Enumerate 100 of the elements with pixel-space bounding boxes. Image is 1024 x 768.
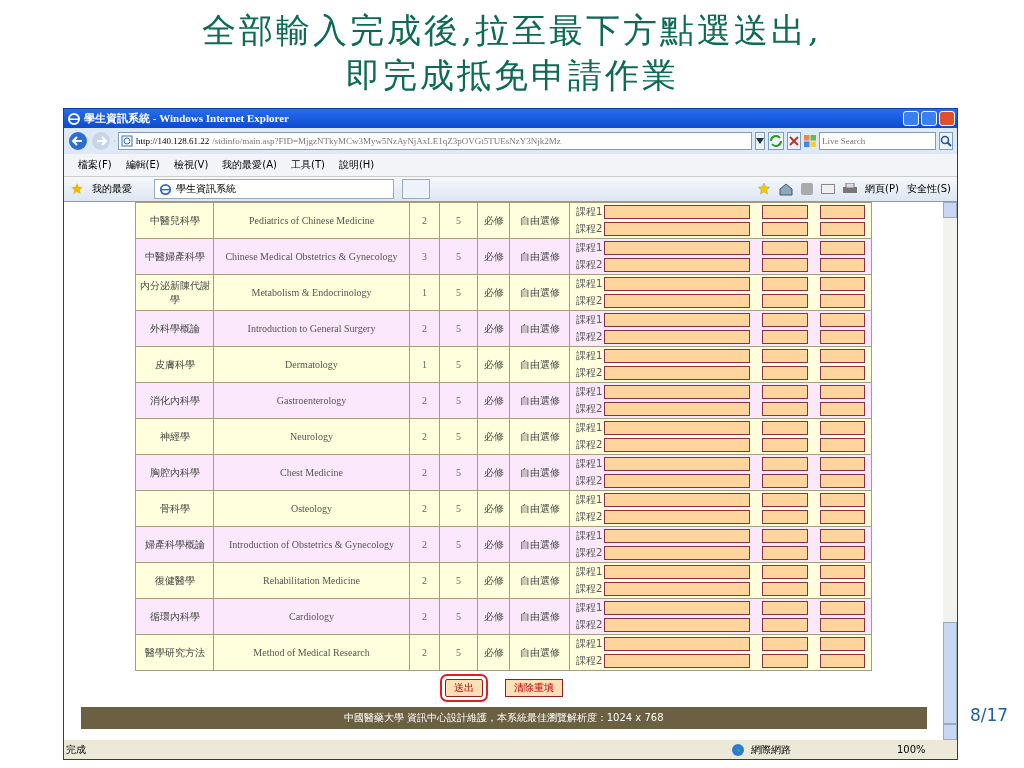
- course-input[interactable]: [604, 546, 750, 560]
- credit-input[interactable]: [761, 493, 808, 507]
- score-input[interactable]: [819, 258, 865, 272]
- course-input[interactable]: [604, 205, 750, 219]
- home-icon[interactable]: [779, 182, 793, 196]
- reset-button[interactable]: 清除重填: [504, 679, 563, 697]
- score-input[interactable]: [819, 366, 865, 380]
- credit-input[interactable]: [761, 222, 808, 236]
- score-input[interactable]: [819, 510, 865, 524]
- score-input[interactable]: [819, 546, 865, 560]
- score-input[interactable]: [819, 565, 865, 579]
- score-input[interactable]: [819, 385, 865, 399]
- print-icon[interactable]: [843, 183, 857, 195]
- score-input[interactable]: [819, 294, 865, 308]
- address-field[interactable]: http://140.128.61.22 /stdinfo/main.asp?FID=MjgzNTkyMCw3Myw5NzAyNjAxLE1qZ3pOVGt5TUEsNzY3Njk2Mz: [118, 132, 752, 150]
- credit-input[interactable]: [761, 457, 808, 471]
- score-input[interactable]: [819, 493, 865, 507]
- menu-item[interactable]: 檔案(F): [78, 158, 112, 172]
- favorites-button[interactable]: 我的最愛: [92, 182, 132, 196]
- score-input[interactable]: [819, 241, 865, 255]
- credit-input[interactable]: [761, 330, 808, 344]
- course-input[interactable]: [604, 222, 750, 236]
- course-input[interactable]: [604, 294, 750, 308]
- score-input[interactable]: [819, 222, 865, 236]
- address-dropdown-button[interactable]: [755, 132, 765, 150]
- score-input[interactable]: [819, 474, 865, 488]
- zoom-level[interactable]: 100%: [897, 744, 947, 755]
- search-button[interactable]: [939, 132, 953, 150]
- menu-item[interactable]: 工具(T): [291, 158, 325, 172]
- credit-input[interactable]: [761, 205, 808, 219]
- close-button[interactable]: [939, 111, 955, 126]
- course-input[interactable]: [604, 258, 750, 272]
- course-input[interactable]: [604, 637, 750, 651]
- credit-input[interactable]: [761, 294, 808, 308]
- credit-input[interactable]: [761, 529, 808, 543]
- credit-input[interactable]: [761, 438, 808, 452]
- score-input[interactable]: [819, 421, 865, 435]
- course-input[interactable]: [604, 582, 750, 596]
- stop-button[interactable]: [787, 132, 801, 150]
- score-input[interactable]: [819, 205, 865, 219]
- course-input[interactable]: [604, 493, 750, 507]
- course-input[interactable]: [604, 330, 750, 344]
- score-input[interactable]: [819, 457, 865, 471]
- menu-item[interactable]: 檢視(V): [173, 158, 209, 172]
- mail-icon[interactable]: [821, 184, 835, 194]
- course-input[interactable]: [604, 366, 750, 380]
- menu-item[interactable]: 我的最愛(A): [222, 158, 277, 172]
- credit-input[interactable]: [761, 618, 808, 632]
- credit-input[interactable]: [761, 241, 808, 255]
- credit-input[interactable]: [761, 385, 808, 399]
- browser-tab[interactable]: 學生資訊系統: [154, 179, 394, 199]
- credit-input[interactable]: [761, 258, 808, 272]
- course-input[interactable]: [604, 601, 750, 615]
- credit-input[interactable]: [761, 349, 808, 363]
- score-input[interactable]: [819, 402, 865, 416]
- score-input[interactable]: [819, 654, 865, 668]
- course-input[interactable]: [604, 438, 750, 452]
- course-input[interactable]: [604, 241, 750, 255]
- course-input[interactable]: [604, 421, 750, 435]
- score-input[interactable]: [819, 349, 865, 363]
- credit-input[interactable]: [761, 582, 808, 596]
- search-field[interactable]: Live Search: [819, 132, 936, 150]
- maximize-button[interactable]: [921, 111, 937, 126]
- score-input[interactable]: [819, 330, 865, 344]
- credit-input[interactable]: [761, 565, 808, 579]
- score-input[interactable]: [819, 438, 865, 452]
- menu-item[interactable]: 說明(H): [338, 158, 375, 172]
- course-input[interactable]: [604, 385, 750, 399]
- score-input[interactable]: [819, 582, 865, 596]
- credit-input[interactable]: [761, 601, 808, 615]
- menu-item[interactable]: 編輯(E): [125, 158, 160, 172]
- score-input[interactable]: [819, 277, 865, 291]
- score-input[interactable]: [819, 601, 865, 615]
- score-input[interactable]: [819, 618, 865, 632]
- credit-input[interactable]: [761, 637, 808, 651]
- back-button[interactable]: [68, 130, 88, 152]
- credit-input[interactable]: [761, 366, 808, 380]
- minimize-button[interactable]: [903, 111, 919, 126]
- toolbar-menu[interactable]: 網頁(P): [865, 182, 899, 196]
- score-input[interactable]: [819, 529, 865, 543]
- course-input[interactable]: [604, 618, 750, 632]
- credit-input[interactable]: [761, 474, 808, 488]
- course-input[interactable]: [604, 565, 750, 579]
- course-input[interactable]: [604, 402, 750, 416]
- credit-input[interactable]: [761, 510, 808, 524]
- course-input[interactable]: [604, 654, 750, 668]
- credit-input[interactable]: [761, 277, 808, 291]
- scrollbar[interactable]: [943, 202, 957, 740]
- toolbar-menu[interactable]: 安全性(S): [906, 182, 951, 196]
- credit-input[interactable]: [761, 546, 808, 560]
- credit-input[interactable]: [761, 313, 808, 327]
- course-input[interactable]: [604, 349, 750, 363]
- course-input[interactable]: [604, 277, 750, 291]
- score-input[interactable]: [819, 313, 865, 327]
- credit-input[interactable]: [761, 654, 808, 668]
- credit-input[interactable]: [761, 421, 808, 435]
- course-input[interactable]: [604, 529, 750, 543]
- course-input[interactable]: [604, 474, 750, 488]
- course-input[interactable]: [604, 510, 750, 524]
- score-input[interactable]: [819, 637, 865, 651]
